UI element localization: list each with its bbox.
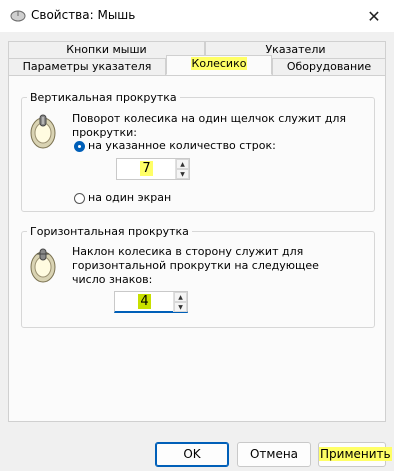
horizontal-scroll-description-1: Наклон колесика в сторону служит для	[72, 245, 304, 258]
lines-value[interactable]: 7	[117, 159, 176, 179]
radio-lines[interactable]	[74, 141, 85, 152]
chars-value[interactable]: 4	[115, 292, 174, 312]
horizontal-scroll-legend: Горизонтальная прокрутка	[27, 225, 192, 238]
lines-spinner-arrows: ▲ ▼	[175, 159, 189, 179]
vertical-scroll-legend: Вертикальная прокрутка	[27, 91, 180, 104]
lines-down-arrow-icon[interactable]: ▼	[176, 169, 189, 179]
chars-down-arrow-icon[interactable]: ▼	[174, 302, 187, 312]
chars-spinner-arrows: ▲ ▼	[173, 292, 187, 312]
close-icon: ✕	[367, 6, 381, 26]
tab-row-2: Параметры указателя Колесико Оборудовани…	[8, 55, 386, 76]
chars-spinner[interactable]: 4 ▲ ▼	[114, 291, 188, 313]
lines-up-arrow-icon[interactable]: ▲	[176, 159, 189, 169]
mouse-wheel-horizontal-icon	[30, 248, 56, 283]
horizontal-scroll-group: Горизонтальная прокрутка Наклон колесика…	[21, 225, 375, 328]
radio-one-screen[interactable]	[74, 193, 85, 204]
vertical-scroll-group: Вертикальная прокрутка Поворот колесика …	[21, 91, 375, 212]
tab-pointer-options[interactable]: Параметры указателя	[8, 58, 166, 75]
wheel-settings-panel: Вертикальная прокрутка Поворот колесика …	[8, 75, 386, 422]
ok-button[interactable]: OK	[155, 442, 229, 467]
window-title: Свойства: Мышь	[31, 8, 136, 22]
cancel-button[interactable]: Отмена	[237, 442, 311, 467]
radio-one-screen-label[interactable]: на один экран	[88, 191, 171, 205]
tab-wheel[interactable]: Колесико	[166, 55, 272, 75]
chars-up-arrow-icon[interactable]: ▲	[174, 292, 187, 302]
mouse-icon	[10, 10, 26, 22]
lines-spinner[interactable]: 7 ▲ ▼	[116, 158, 190, 180]
apply-button[interactable]: Применить	[318, 442, 392, 467]
horizontal-scroll-description-3: число знаков:	[72, 273, 153, 286]
mouse-wheel-vertical-icon	[30, 114, 56, 149]
tab-hardware[interactable]: Оборудование	[272, 58, 386, 75]
horizontal-scroll-description-2: горизонтальной прокрутки на следующее	[72, 259, 319, 272]
radio-lines-label[interactable]: на указанное количество строк:	[88, 139, 276, 153]
title-bar: Свойства: Мышь ✕	[0, 0, 394, 32]
close-button[interactable]: ✕	[354, 0, 394, 32]
vertical-scroll-description: Поворот колесика на один щелчок служит д…	[72, 112, 347, 139]
